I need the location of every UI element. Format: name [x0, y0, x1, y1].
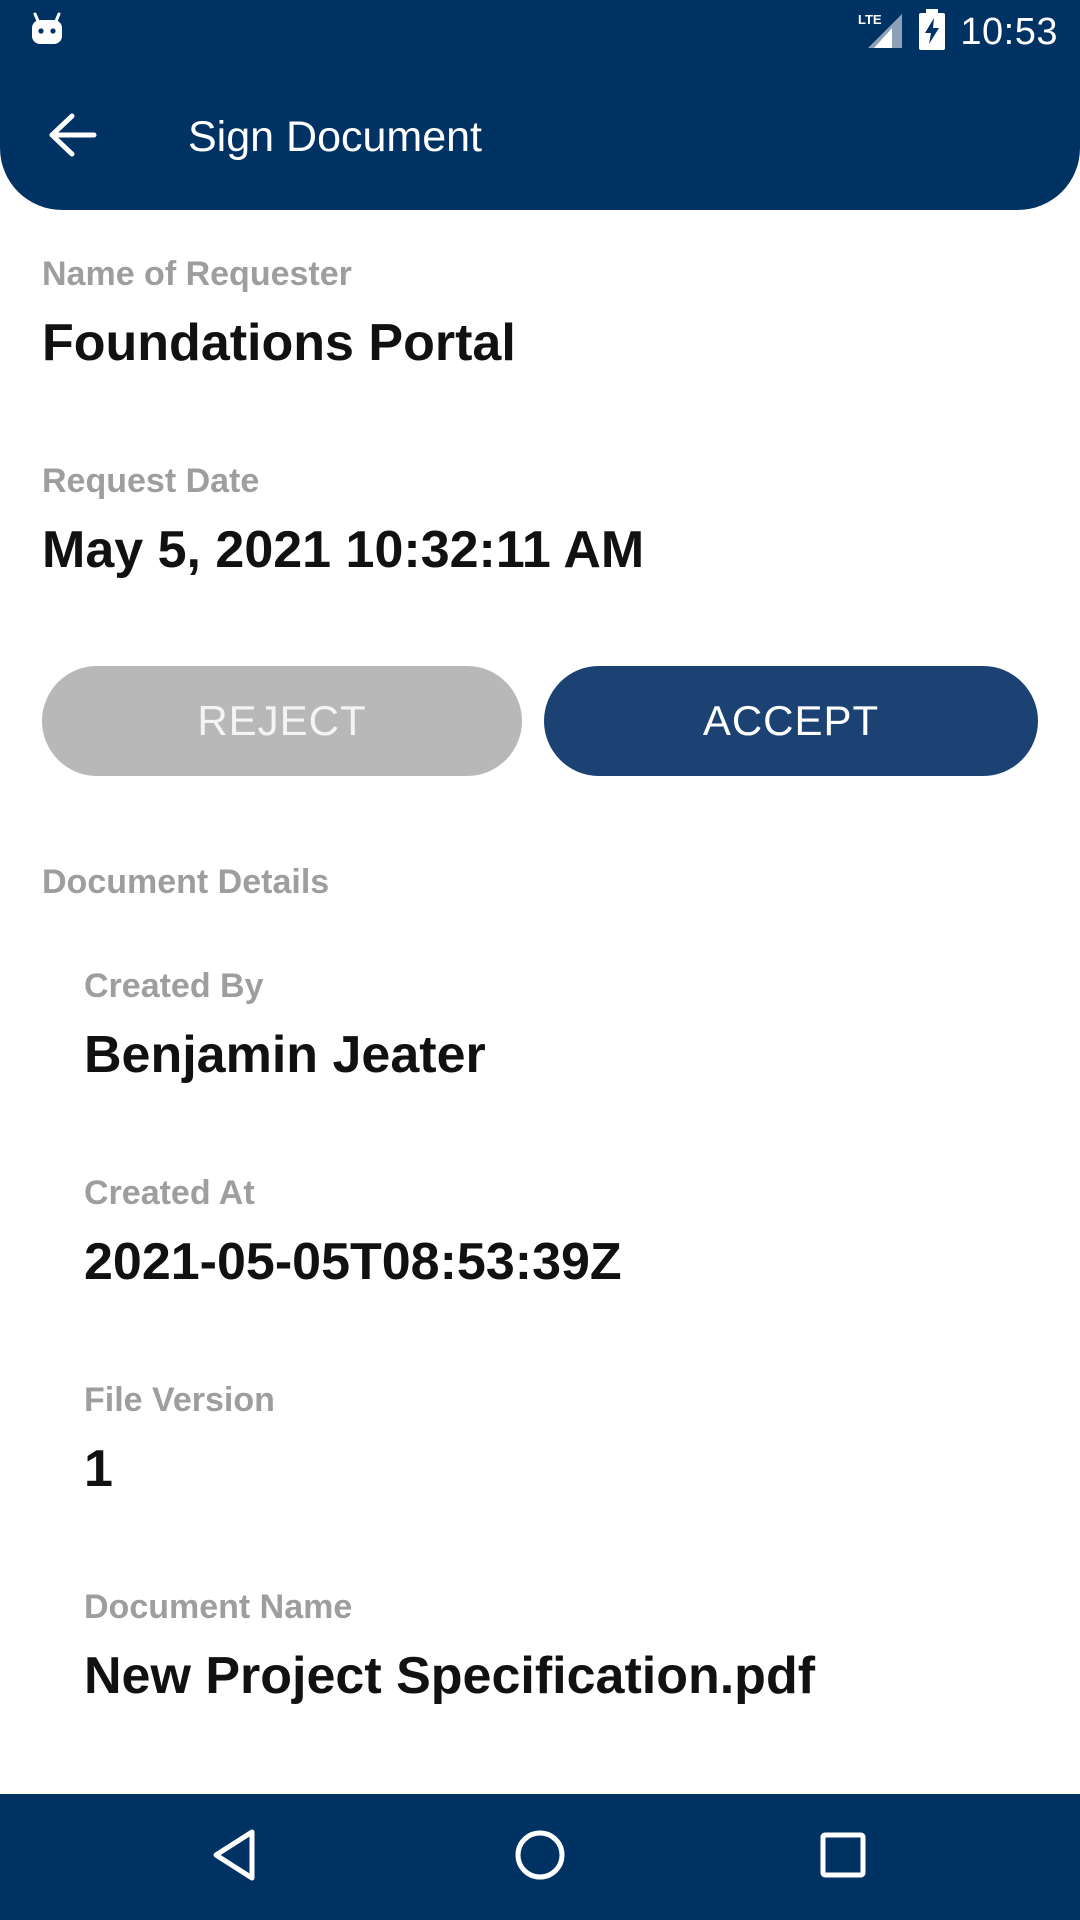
page-title: Sign Document — [188, 113, 482, 161]
sign-document-screen: LTE 10:53 Sign Document Name of Requeste… — [0, 0, 1080, 1920]
request-date-field: Request Date May 5, 2021 10:32:11 AM — [42, 459, 644, 583]
lte-signal-icon: LTE — [856, 10, 904, 55]
document-name-value: New Project Specification.pdf — [84, 1647, 816, 1705]
arrow-left-icon — [48, 113, 98, 162]
nav-back-icon — [210, 1828, 260, 1887]
document-name-field: Document Name New Project Specification.… — [84, 1585, 815, 1709]
created-by-value: Benjamin Jeater — [84, 1026, 486, 1084]
document-details-heading: Document Details — [42, 863, 330, 901]
document-name-label: Document Name — [84, 1588, 353, 1626]
status-time: 10:53 — [960, 10, 1058, 53]
requester-field: Name of Requester Foundations Portal — [42, 252, 516, 376]
created-by-label: Created By — [84, 967, 264, 1005]
created-at-label: Created At — [84, 1174, 255, 1212]
network-type: LTE — [858, 12, 882, 27]
nav-home-button[interactable] — [503, 1820, 577, 1894]
requester-label: Name of Requester — [42, 255, 352, 293]
status-bar: LTE 10:53 — [0, 0, 1080, 64]
nav-back-button[interactable] — [198, 1820, 272, 1894]
header: LTE 10:53 Sign Document — [0, 0, 1080, 210]
app-bar: Sign Document — [0, 64, 1080, 210]
back-button[interactable] — [36, 100, 110, 174]
nav-recents-button[interactable] — [806, 1820, 880, 1894]
navigation-bar — [0, 1794, 1080, 1920]
file-version-field: File Version 1 — [84, 1378, 275, 1502]
requester-value: Foundations Portal — [42, 314, 516, 372]
accept-button[interactable]: ACCEPT — [544, 666, 1038, 776]
file-version-label: File Version — [84, 1381, 275, 1419]
battery-charging-icon — [918, 8, 946, 56]
request-date-value: May 5, 2021 10:32:11 AM — [42, 521, 645, 579]
request-date-label: Request Date — [42, 462, 260, 500]
created-at-value: 2021-05-05T08:53:39Z — [84, 1233, 622, 1291]
reject-button[interactable]: REJECT — [42, 666, 522, 776]
created-at-field: Created At 2021-05-05T08:53:39Z — [84, 1171, 622, 1295]
nav-home-icon — [513, 1828, 567, 1887]
nav-recents-icon — [818, 1830, 868, 1885]
android-icon — [30, 12, 64, 46]
created-by-field: Created By Benjamin Jeater — [84, 964, 486, 1088]
file-version-value: 1 — [84, 1440, 113, 1498]
status-indicators: LTE 10:53 — [856, 8, 1058, 56]
